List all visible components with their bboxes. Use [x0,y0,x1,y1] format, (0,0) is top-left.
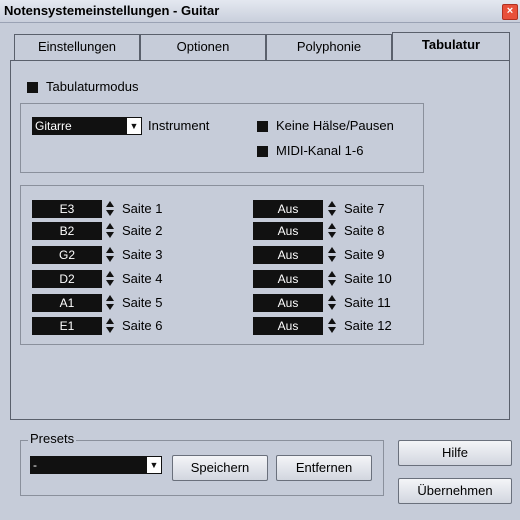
chevron-down-icon[interactable]: ▼ [126,117,142,135]
tab-einstellungen[interactable]: Einstellungen [14,34,140,60]
string-2-label: Saite 2 [122,223,163,238]
string-3-spinner-icon[interactable] [104,246,116,264]
midi-channel-checkbox[interactable] [257,146,268,157]
tabulature-mode-label: Tabulaturmodus [46,79,139,94]
string-3-value[interactable]: G2 [32,246,102,264]
presets-select[interactable]: - ▼ [30,456,162,474]
tabulature-mode-checkbox[interactable] [27,82,38,93]
string-5-label: Saite 5 [122,295,163,310]
string-10-label: Saite 10 [344,271,392,286]
apply-button[interactable]: Übernehmen [398,478,512,504]
string-9-label: Saite 9 [344,247,385,262]
chevron-down-icon[interactable]: ▼ [146,456,162,474]
string-1-label: Saite 1 [122,201,163,216]
dialog-window: Notensystemeinstellungen - Guitar × Eins… [0,0,520,520]
string-5-value[interactable]: A1 [32,294,102,312]
string-1-value[interactable]: E3 [32,200,102,218]
string-12-label: Saite 12 [344,318,392,333]
string-4-label: Saite 4 [122,271,163,286]
string-12-value[interactable]: Aus [253,317,323,335]
instrument-value: Gitarre [35,119,72,133]
string-8-value[interactable]: Aus [253,222,323,240]
no-stems-label: Keine Hälse/Pausen [276,118,394,133]
string-12-spinner-icon[interactable] [326,317,338,335]
remove-preset-button[interactable]: Entfernen [276,455,372,481]
string-8-spinner-icon[interactable] [326,222,338,240]
string-10-spinner-icon[interactable] [326,270,338,288]
tab-polyphonie[interactable]: Polyphonie [266,34,392,60]
string-5-spinner-icon[interactable] [104,294,116,312]
instrument-group [20,103,424,173]
presets-legend: Presets [28,431,77,446]
string-7-spinner-icon[interactable] [326,200,338,218]
string-10-value[interactable]: Aus [253,270,323,288]
string-6-label: Saite 6 [122,318,163,333]
string-2-spinner-icon[interactable] [104,222,116,240]
close-icon[interactable]: × [502,4,518,20]
string-1-spinner-icon[interactable] [104,200,116,218]
string-4-spinner-icon[interactable] [104,270,116,288]
help-button[interactable]: Hilfe [398,440,512,466]
presets-value: - [33,458,37,472]
string-9-value[interactable]: Aus [253,246,323,264]
title-bar[interactable]: Notensystemeinstellungen - Guitar × [0,0,520,23]
string-6-value[interactable]: E1 [32,317,102,335]
string-6-spinner-icon[interactable] [104,317,116,335]
instrument-label: Instrument [148,118,210,133]
string-2-value[interactable]: B2 [32,222,102,240]
no-stems-checkbox[interactable] [257,121,268,132]
string-7-label: Saite 7 [344,201,385,216]
tab-tabulatur[interactable]: Tabulatur [392,32,510,60]
string-11-label: Saite 11 [344,295,391,310]
string-3-label: Saite 3 [122,247,163,262]
string-4-value[interactable]: D2 [32,270,102,288]
save-preset-button[interactable]: Speichern [172,455,268,481]
string-11-spinner-icon[interactable] [326,294,338,312]
string-9-spinner-icon[interactable] [326,246,338,264]
instrument-select[interactable]: Gitarre ▼ [32,117,142,135]
midi-channel-label: MIDI-Kanal 1-6 [276,143,364,158]
window-title: Notensystemeinstellungen - Guitar [4,3,220,18]
string-11-value[interactable]: Aus [253,294,323,312]
string-8-label: Saite 8 [344,223,385,238]
tab-optionen[interactable]: Optionen [140,34,266,60]
string-7-value[interactable]: Aus [253,200,323,218]
